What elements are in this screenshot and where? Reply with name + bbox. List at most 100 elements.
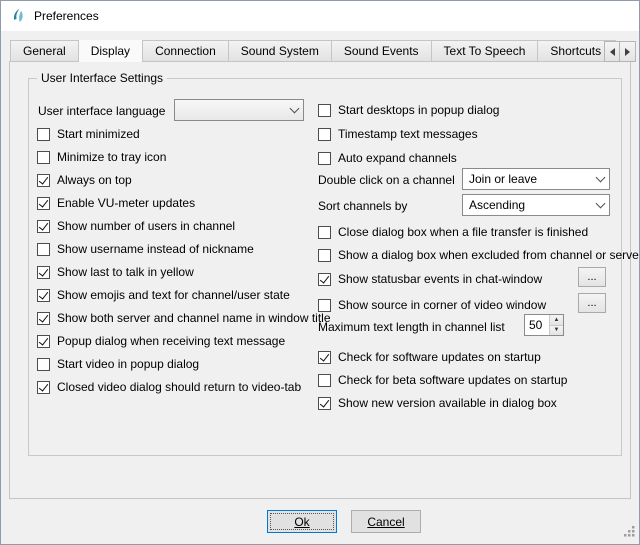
checkbox-label: Show source in corner of video window xyxy=(338,298,546,312)
checkbox-label: Timestamp text messages xyxy=(338,127,478,141)
checkbox-box[interactable] xyxy=(37,151,50,164)
double-click-select[interactable]: Join or leave xyxy=(462,168,610,190)
title-bar: Preferences xyxy=(1,1,639,31)
checkbox-label: Start minimized xyxy=(57,127,140,141)
checkbox-statusbar-events[interactable]: Show statusbar events in chat-window xyxy=(318,271,542,287)
checkbox-label: Show last to talk in yellow xyxy=(57,265,194,279)
tab-display[interactable]: Display xyxy=(79,40,143,62)
checkbox-label: Popup dialog when receiving text message xyxy=(57,334,285,348)
statusbar-events-config-button[interactable]: ... xyxy=(578,267,606,287)
checkbox-vu-meter[interactable]: Enable VU-meter updates xyxy=(37,195,195,211)
chevron-down-icon xyxy=(591,203,609,207)
checkbox-new-version-dialog[interactable]: Show new version available in dialog box xyxy=(318,395,557,411)
checkbox-box[interactable] xyxy=(318,128,331,141)
checkbox-server-channel-title[interactable]: Show both server and channel name in win… xyxy=(37,310,331,326)
display-tab-page: User Interface Settings User interface l… xyxy=(9,61,631,499)
tab-connection[interactable]: Connection xyxy=(143,40,229,62)
combo-value: Join or leave xyxy=(469,172,537,186)
chevron-down-icon xyxy=(285,108,303,112)
checkbox-show-username[interactable]: Show username instead of nickname xyxy=(37,241,254,257)
checkbox-beta-updates[interactable]: Check for beta software updates on start… xyxy=(318,372,567,388)
checkbox-box[interactable] xyxy=(318,226,331,239)
checkbox-box[interactable] xyxy=(37,266,50,279)
language-select[interactable] xyxy=(174,99,304,121)
tab-scroll-right-button[interactable] xyxy=(620,41,636,62)
checkbox-box[interactable] xyxy=(37,128,50,141)
checkbox-label: Show new version available in dialog box xyxy=(338,396,557,410)
checkbox-label: Show statusbar events in chat-window xyxy=(338,272,542,286)
tab-text-to-speech[interactable]: Text To Speech xyxy=(432,40,539,62)
checkbox-auto-expand[interactable]: Auto expand channels xyxy=(318,150,457,166)
checkbox-box[interactable] xyxy=(318,351,331,364)
tab-scroll-left-button[interactable] xyxy=(604,41,620,62)
spin-down-icon[interactable]: ▼ xyxy=(550,326,563,336)
checkbox-box[interactable] xyxy=(37,358,50,371)
preferences-dialog: Preferences General Display Connection S… xyxy=(0,0,640,545)
checkbox-box[interactable] xyxy=(37,312,50,325)
checkbox-label: Start desktops in popup dialog xyxy=(338,103,499,117)
checkbox-box[interactable] xyxy=(37,243,50,256)
checkbox-box[interactable] xyxy=(318,104,331,117)
checkbox-minimize-to-tray[interactable]: Minimize to tray icon xyxy=(37,149,166,165)
video-source-config-button[interactable]: ... xyxy=(578,293,606,313)
checkbox-label: Check for beta software updates on start… xyxy=(338,373,567,387)
tab-shortcuts[interactable]: Shortcuts xyxy=(538,40,614,62)
checkbox-excluded-dialog[interactable]: Show a dialog box when excluded from cha… xyxy=(318,247,640,263)
combo-value: Ascending xyxy=(469,198,525,212)
checkbox-label: Closed video dialog should return to vid… xyxy=(57,380,301,394)
tab-scroll-control xyxy=(604,41,636,62)
checkbox-user-count[interactable]: Show number of users in channel xyxy=(37,218,235,234)
checkbox-video-source-corner[interactable]: Show source in corner of video window xyxy=(318,297,546,313)
resize-grip-icon[interactable] xyxy=(623,525,636,541)
checkbox-box[interactable] xyxy=(318,397,331,410)
checkbox-start-minimized[interactable]: Start minimized xyxy=(37,126,140,142)
max-text-length-label: Maximum text length in channel list xyxy=(318,320,505,334)
checkbox-always-on-top[interactable]: Always on top xyxy=(37,172,132,188)
checkbox-box[interactable] xyxy=(37,174,50,187)
checkbox-label: Show username instead of nickname xyxy=(57,242,254,256)
max-text-length-spinner[interactable]: 50 ▲ ▼ xyxy=(524,314,564,336)
sort-channels-select[interactable]: Ascending xyxy=(462,194,610,216)
checkbox-timestamp-messages[interactable]: Timestamp text messages xyxy=(318,126,478,142)
checkbox-close-filetransfer[interactable]: Close dialog box when a file transfer is… xyxy=(318,224,588,240)
triangle-right-icon xyxy=(625,48,634,56)
group-title: User Interface Settings xyxy=(37,71,167,85)
window-title: Preferences xyxy=(34,9,99,23)
checkbox-box[interactable] xyxy=(37,381,50,394)
ok-button[interactable]: Ok xyxy=(267,510,337,533)
checkbox-box[interactable] xyxy=(318,273,331,286)
checkbox-label: Always on top xyxy=(57,173,132,187)
checkbox-emojis-text[interactable]: Show emojis and text for channel/user st… xyxy=(37,287,290,303)
checkbox-desktops-popup[interactable]: Start desktops in popup dialog xyxy=(318,102,499,118)
checkbox-box[interactable] xyxy=(318,299,331,312)
checkbox-video-popup[interactable]: Start video in popup dialog xyxy=(37,356,199,372)
checkbox-label: Show both server and channel name in win… xyxy=(57,311,331,325)
tab-bar: General Display Connection Sound System … xyxy=(10,40,616,62)
checkbox-label: Enable VU-meter updates xyxy=(57,196,195,210)
checkbox-closed-video-return[interactable]: Closed video dialog should return to vid… xyxy=(37,379,301,395)
language-label: User interface language xyxy=(38,104,165,118)
checkbox-label: Auto expand channels xyxy=(338,151,457,165)
tab-sound-system[interactable]: Sound System xyxy=(229,40,332,62)
dialog-buttons: Ok Cancel xyxy=(1,510,639,533)
checkbox-label: Show emojis and text for channel/user st… xyxy=(57,288,290,302)
checkbox-box[interactable] xyxy=(318,249,331,262)
tab-sound-events[interactable]: Sound Events xyxy=(332,40,432,62)
checkbox-box[interactable] xyxy=(37,289,50,302)
cancel-button[interactable]: Cancel xyxy=(351,510,421,533)
checkbox-box[interactable] xyxy=(318,152,331,165)
checkbox-box[interactable] xyxy=(37,220,50,233)
checkbox-software-updates[interactable]: Check for software updates on startup xyxy=(318,349,541,365)
app-icon xyxy=(10,8,26,24)
spin-up-icon[interactable]: ▲ xyxy=(550,315,563,326)
double-click-label: Double click on a channel xyxy=(318,173,455,187)
checkbox-label: Show a dialog box when excluded from cha… xyxy=(338,248,640,262)
spinner-value: 50 xyxy=(525,315,549,335)
checkbox-label: Start video in popup dialog xyxy=(57,357,199,371)
tab-general[interactable]: General xyxy=(10,40,79,62)
checkbox-popup-text-message[interactable]: Popup dialog when receiving text message xyxy=(37,333,285,349)
checkbox-box[interactable] xyxy=(37,335,50,348)
checkbox-box[interactable] xyxy=(37,197,50,210)
checkbox-box[interactable] xyxy=(318,374,331,387)
checkbox-last-to-talk[interactable]: Show last to talk in yellow xyxy=(37,264,194,280)
